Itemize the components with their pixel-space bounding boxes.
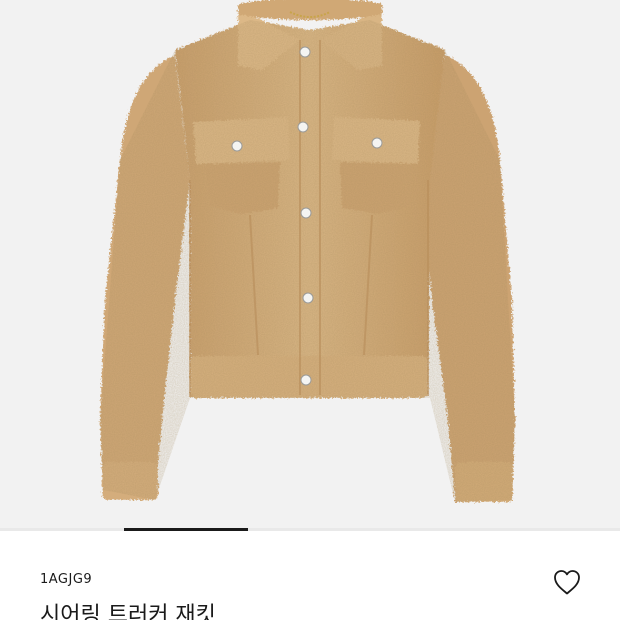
product-info: 1AGJG9 시어링 트러커 재킷 [0, 531, 620, 620]
product-title: 시어링 트러커 재킷 [40, 603, 216, 620]
product-page: 1AGJG9 시어링 트러커 재킷 [0, 0, 620, 620]
heart-outline-icon [554, 570, 580, 595]
wishlist-button[interactable] [552, 568, 582, 596]
shearling-jacket-image [100, 0, 515, 502]
product-sku: 1AGJG9 [40, 572, 93, 587]
product-image-gallery[interactable] [0, 0, 620, 530]
